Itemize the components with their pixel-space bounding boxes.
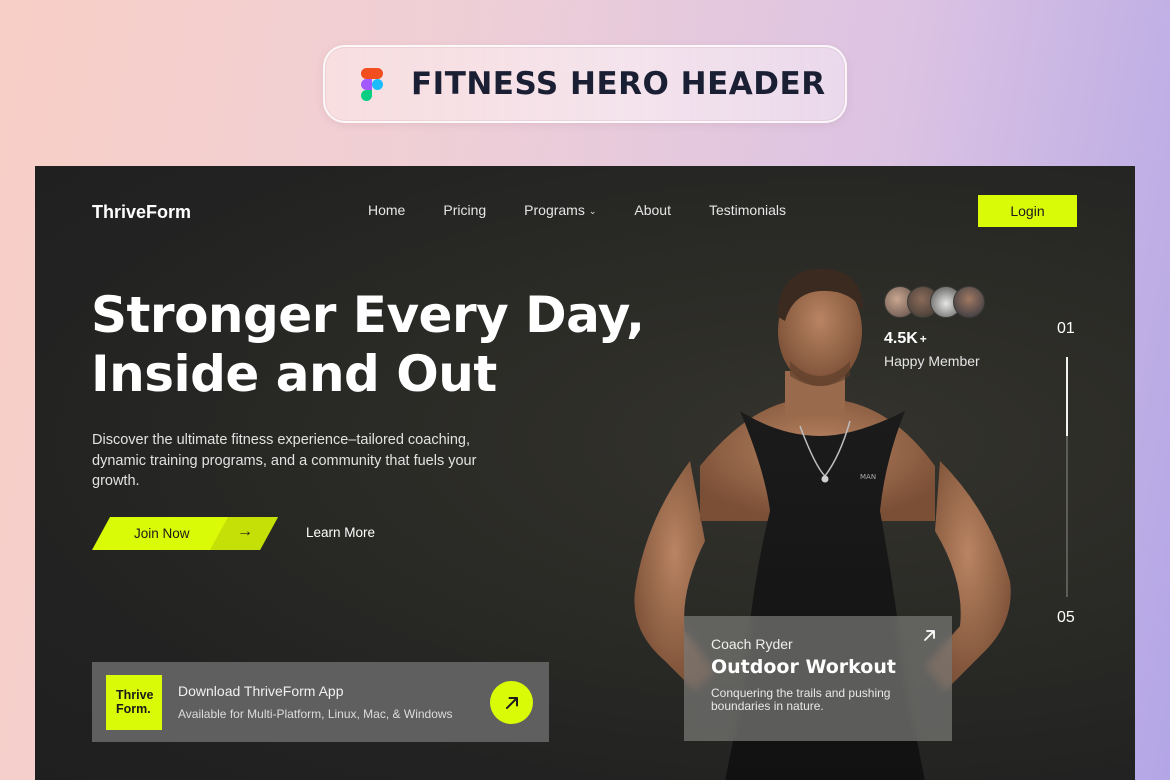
- headline-line-1: Stronger Every Day,: [91, 286, 645, 344]
- members-count-suffix: +: [919, 332, 927, 346]
- download-title: Download ThriveForm App: [178, 683, 344, 699]
- banner-title: FITNESS HERO HEADER: [411, 66, 826, 102]
- members-count: 4.5K: [884, 330, 918, 347]
- figma-logo-icon: [361, 67, 383, 101]
- download-button[interactable]: [490, 681, 533, 724]
- download-subtitle: Available for Multi-Platform, Linux, Mac…: [178, 707, 453, 721]
- nav-label: Testimonials: [708, 202, 787, 218]
- nav-item-testimonials[interactable]: Testimonials: [709, 202, 786, 218]
- nav-item-home[interactable]: Home: [368, 202, 405, 218]
- nav-label: About: [634, 202, 671, 218]
- nav-label: Programs: [524, 202, 585, 218]
- nav-item-about[interactable]: About: [634, 202, 671, 218]
- join-now-button[interactable]: Join Now →: [92, 517, 278, 550]
- join-now-label: Join Now: [134, 526, 190, 541]
- hero-headline: Stronger Every Day, Inside and Out: [91, 286, 645, 404]
- happy-members: 4.5K + Happy Member: [884, 286, 985, 369]
- login-button[interactable]: Login: [978, 195, 1077, 227]
- download-app-card: Thrive Form. Download ThriveForm App Ava…: [92, 662, 549, 742]
- slide-progress-fill: [1066, 357, 1068, 437]
- main-nav: Home Pricing Programs ⌄ About Testimonial…: [368, 202, 824, 218]
- arrow-up-right-icon[interactable]: [923, 629, 936, 642]
- title-banner: FITNESS HERO HEADER: [323, 45, 847, 123]
- coach-name: Coach Ryder: [711, 636, 793, 652]
- slide-current: 01: [1057, 320, 1075, 337]
- coach-program-description: Conquering the trails and pushing bounda…: [711, 686, 891, 713]
- app-logo: Thrive Form.: [106, 674, 162, 730]
- arrow-right-icon: →: [237, 523, 253, 540]
- slide-total: 05: [1057, 609, 1075, 626]
- avatar: [953, 286, 985, 318]
- member-avatars: [884, 286, 985, 318]
- arrow-up-right-icon: [505, 696, 518, 709]
- slide-progress-track[interactable]: [1066, 357, 1068, 597]
- chevron-down-icon: ⌄: [588, 205, 597, 216]
- brand-logo[interactable]: ThriveForm: [92, 202, 191, 223]
- learn-more-link[interactable]: Learn More: [306, 525, 375, 540]
- hero-section: ThriveForm Home Pricing Programs ⌄ About …: [35, 166, 1135, 780]
- nav-label: Pricing: [443, 202, 487, 218]
- nav-item-pricing[interactable]: Pricing: [443, 202, 486, 218]
- coach-card[interactable]: Coach Ryder Outdoor Workout Conquering t…: [684, 616, 952, 741]
- svg-text:MAN: MAN: [860, 473, 876, 481]
- coach-program-title: Outdoor Workout: [711, 656, 896, 678]
- members-label: Happy Member: [884, 353, 980, 369]
- nav-label: Home: [368, 202, 406, 218]
- nav-item-programs[interactable]: Programs ⌄: [524, 202, 596, 218]
- headline-line-2: Inside and Out: [91, 345, 497, 403]
- app-logo-line-1: Thrive: [116, 688, 154, 702]
- app-logo-line-2: Form.: [116, 702, 151, 716]
- hero-description: Discover the ultimate fitness experience…: [92, 432, 477, 489]
